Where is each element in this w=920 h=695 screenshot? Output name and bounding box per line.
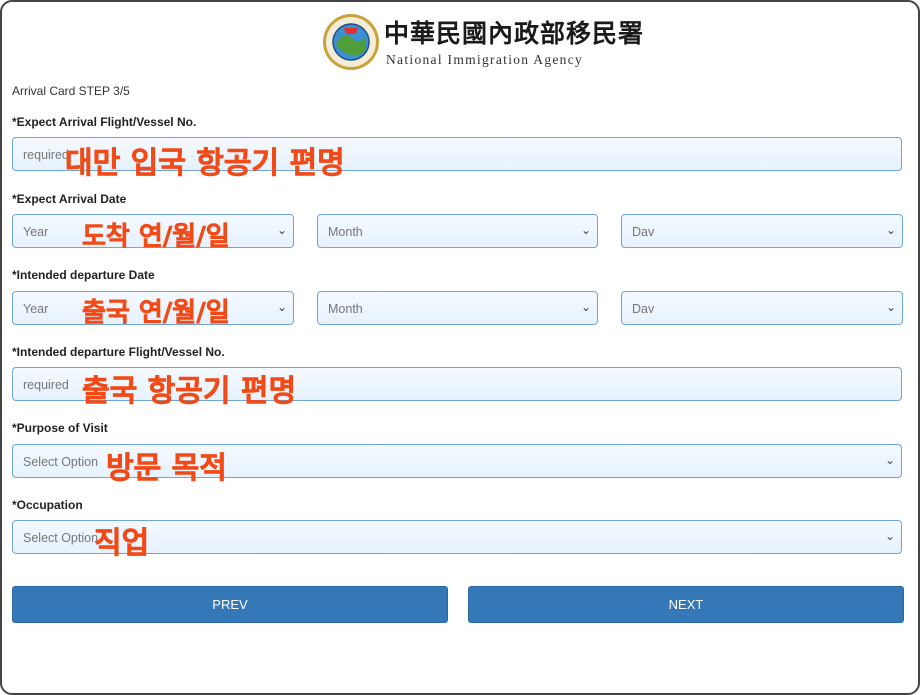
prev-button[interactable]: PREV bbox=[12, 586, 448, 623]
purpose-annotation: 방문 목적 bbox=[106, 451, 227, 487]
chevron-down-icon: ⌄ bbox=[885, 300, 896, 314]
occupation-label: *Occupation bbox=[12, 498, 83, 512]
occupation-annotation: 직업 bbox=[94, 526, 150, 562]
next-button[interactable]: NEXT bbox=[468, 586, 904, 623]
form-window: 中華民國內政部移民署 National Immigration Agency A… bbox=[0, 0, 920, 695]
departure-flight-annotation: 출국 항공기 편명 bbox=[82, 374, 297, 410]
departure-month-select[interactable]: Month ⌄ bbox=[317, 291, 598, 325]
arrival-flight-placeholder: required bbox=[23, 148, 69, 162]
departure-day-select[interactable]: Dav ⌄ bbox=[621, 291, 903, 325]
arrival-month-value: Month bbox=[328, 225, 363, 239]
chevron-down-icon: ⌄ bbox=[884, 529, 895, 543]
departure-date-label: *Intended departure Date bbox=[12, 268, 155, 282]
departure-month-value: Month bbox=[328, 302, 363, 316]
arrival-year-value: Year bbox=[23, 225, 49, 239]
arrival-date-annotation: 도착 연/월/일 bbox=[82, 222, 230, 253]
chevron-down-icon: ⌄ bbox=[885, 223, 896, 237]
arrival-month-select[interactable]: Month ⌄ bbox=[317, 214, 598, 248]
chevron-down-icon: ⌄ bbox=[580, 223, 591, 237]
departure-date-annotation: 출국 연/월/일 bbox=[82, 298, 230, 329]
departure-flight-label: *Intended departure Flight/Vessel No. bbox=[12, 345, 225, 359]
arrival-date-label: *Expect Arrival Date bbox=[12, 192, 127, 206]
agency-header: 中華民國內政部移民署 National Immigration Agency bbox=[322, 4, 643, 82]
agency-name-english: National Immigration Agency bbox=[386, 52, 584, 67]
step-indicator: Arrival Card STEP 3/5 bbox=[12, 84, 130, 98]
agency-seal-icon bbox=[323, 14, 379, 70]
chevron-down-icon: ⌄ bbox=[276, 223, 287, 237]
arrival-flight-label: *Expect Arrival Flight/Vessel No. bbox=[12, 115, 197, 129]
occupation-value: Select Option bbox=[23, 531, 99, 545]
arrival-day-value: Dav bbox=[632, 225, 655, 239]
agency-name-chinese: 中華民國內政部移民署 bbox=[384, 19, 645, 48]
chevron-down-icon: ⌄ bbox=[884, 453, 895, 467]
purpose-label: *Purpose of Visit bbox=[12, 421, 108, 435]
chevron-down-icon: ⌄ bbox=[276, 300, 287, 314]
purpose-value: Select Option bbox=[23, 455, 99, 469]
arrival-flight-annotation: 대만 입국 항공기 편명 bbox=[65, 146, 345, 182]
departure-year-value: Year bbox=[23, 302, 49, 316]
departure-flight-placeholder: required bbox=[23, 378, 69, 392]
arrival-day-select[interactable]: Dav ⌄ bbox=[621, 214, 903, 248]
chevron-down-icon: ⌄ bbox=[580, 300, 591, 314]
departure-day-value: Dav bbox=[632, 302, 655, 316]
